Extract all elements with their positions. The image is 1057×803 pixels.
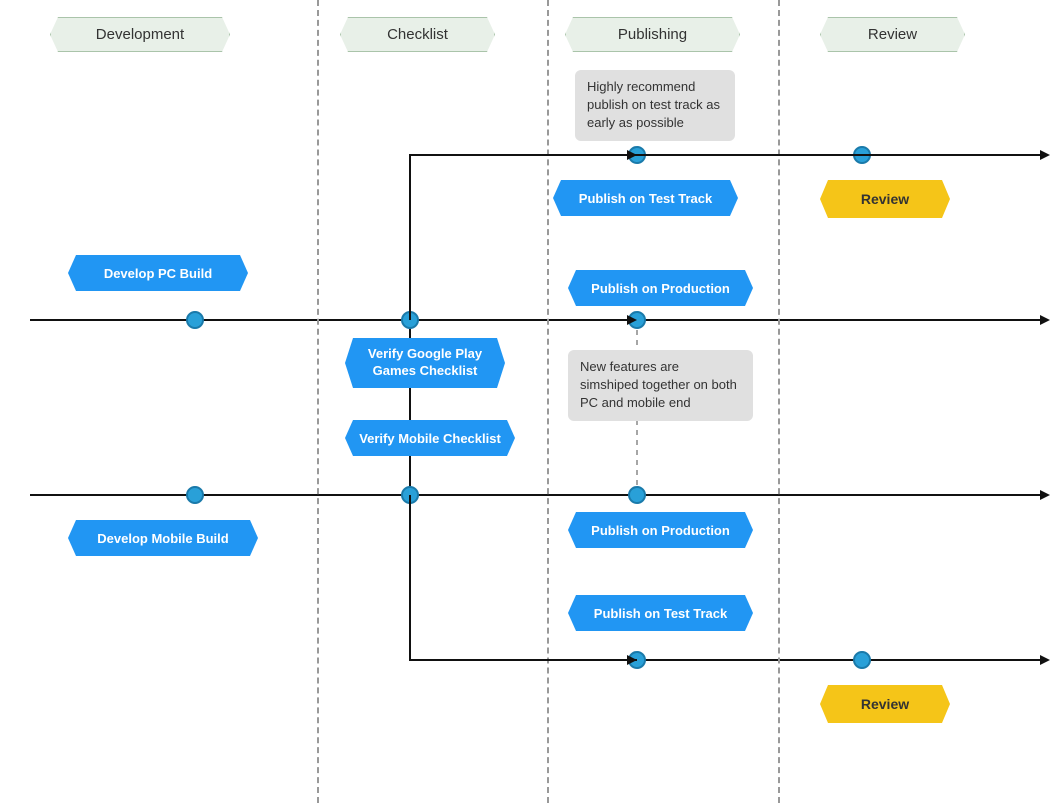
node-pc-publishing	[628, 311, 646, 329]
node-review-top	[853, 146, 871, 164]
publish-production-mobile-label: Publish on Production	[568, 512, 753, 548]
node-testtrack-top	[628, 146, 646, 164]
verify-mobile-checklist-label: Verify Mobile Checklist	[345, 420, 515, 456]
diagram: Development Checklist Publishing Review …	[0, 0, 1057, 803]
publish-production-pc-label: Publish on Production	[568, 270, 753, 306]
node-testtrack-publishing	[628, 651, 646, 669]
divider-1	[317, 0, 319, 803]
node-mobile-publishing	[628, 486, 646, 504]
divider-3	[778, 0, 780, 803]
node-pc-checklist	[401, 311, 419, 329]
develop-mobile-build-label: Develop Mobile Build	[68, 520, 258, 556]
node-mobile-dev	[186, 486, 204, 504]
publish-test-track-mobile-label: Publish on Test Track	[568, 595, 753, 631]
note-top: Highly recommend publish on test track a…	[575, 70, 735, 141]
review-top-label: Review	[820, 180, 950, 218]
col-header-review: Review	[820, 17, 965, 52]
svg-overlay	[0, 0, 1057, 803]
note-mid: New features are simshiped together on b…	[568, 350, 753, 421]
publish-test-track-top-label: Publish on Test Track	[553, 180, 738, 216]
review-bottom-label: Review	[820, 685, 950, 723]
develop-pc-build-label: Develop PC Build	[68, 255, 248, 291]
node-review-bottom	[853, 651, 871, 669]
col-header-development: Development	[50, 17, 230, 52]
verify-google-play-label: Verify Google Play Games Checklist	[345, 338, 505, 388]
col-header-checklist: Checklist	[340, 17, 495, 52]
node-pc-dev	[186, 311, 204, 329]
col-header-publishing: Publishing	[565, 17, 740, 52]
node-mobile-checklist	[401, 486, 419, 504]
divider-2	[547, 0, 549, 803]
